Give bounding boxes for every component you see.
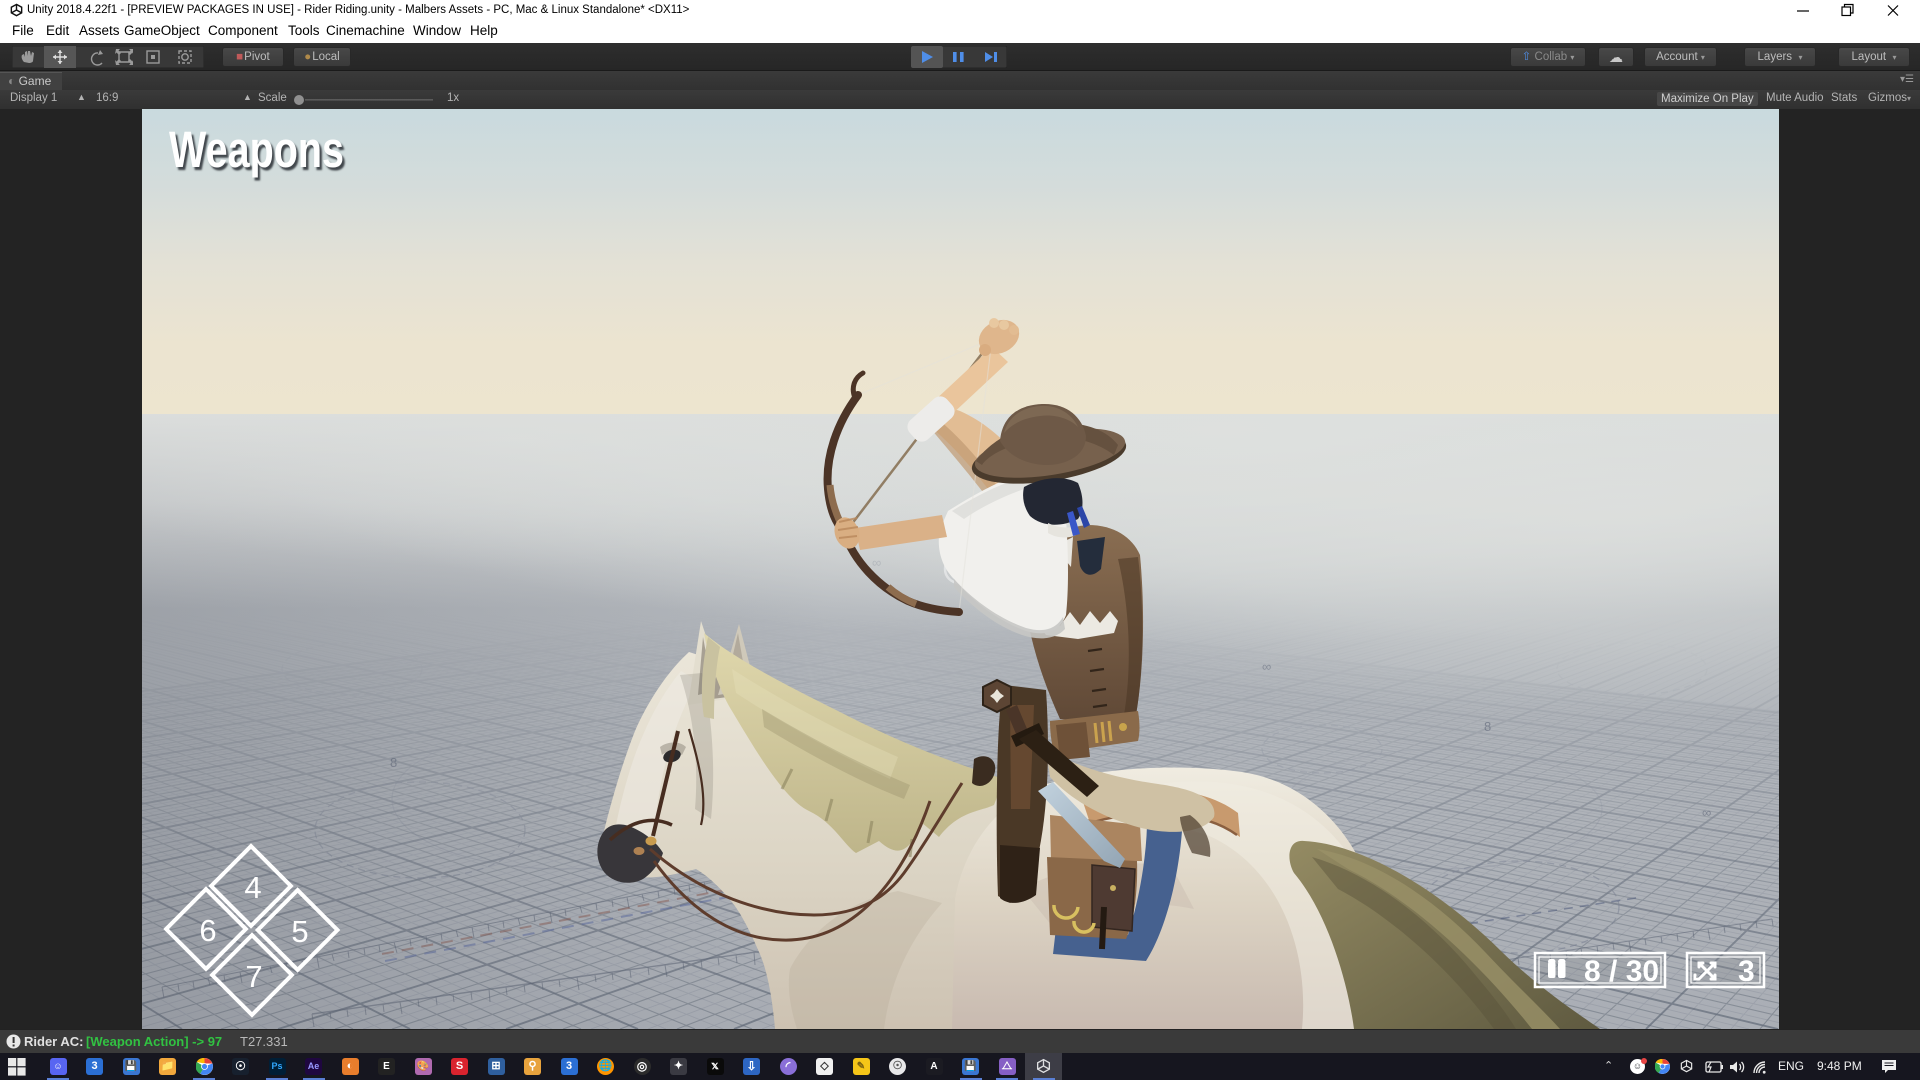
svg-text:3: 3 — [1738, 955, 1755, 988]
svg-text:6: 6 — [199, 913, 216, 948]
svg-text:4: 4 — [244, 870, 261, 905]
svg-text:Weapons: Weapons — [169, 121, 344, 178]
svg-text:8 / 30: 8 / 30 — [1584, 955, 1659, 988]
svg-text:7: 7 — [245, 959, 262, 994]
svg-text:5: 5 — [291, 914, 308, 949]
